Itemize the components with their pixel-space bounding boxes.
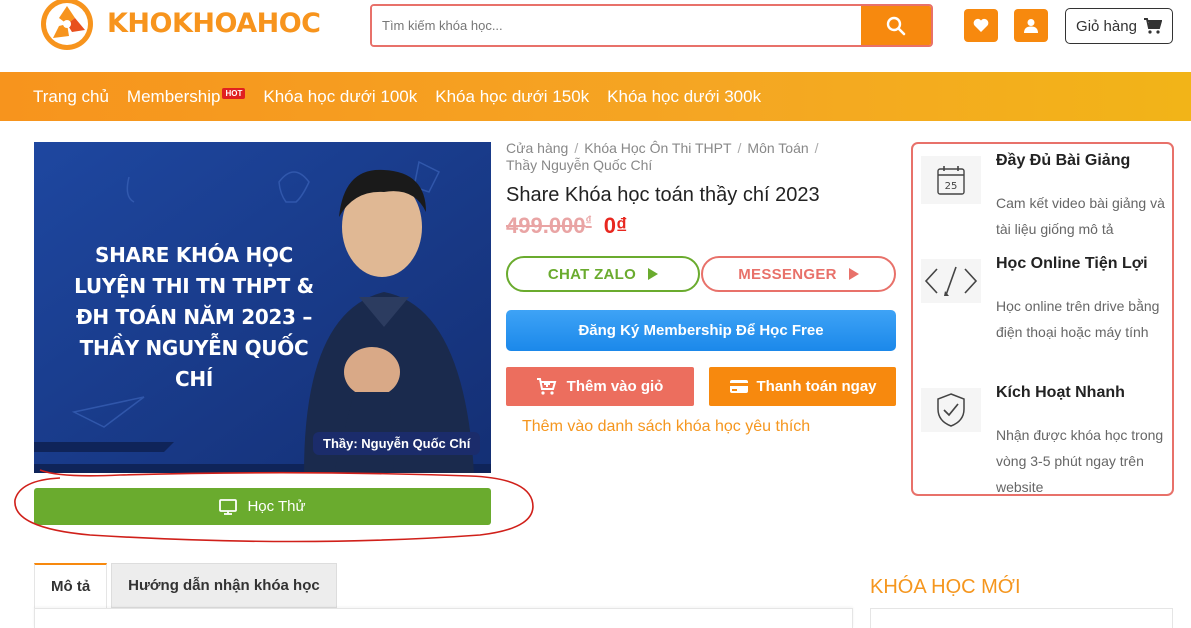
- cart-label: Giỏ hàng: [1076, 17, 1137, 35]
- breadcrumb: Cửa hàng / Khóa Học Ôn Thi THPT / Môn Toán / T…: [506, 140, 886, 174]
- nav-item-home[interactable]: Trang chủ: [33, 87, 109, 107]
- logo-icon: [37, 0, 97, 55]
- search-icon: [886, 16, 906, 35]
- credit-card-icon: [729, 380, 748, 393]
- add-to-wishlist-link[interactable]: Thêm vào danh sách khóa học yêu thích: [522, 418, 810, 436]
- product-price: 499.000₫ 0₫: [506, 213, 627, 239]
- chat-zalo-label: CHAT ZALO: [547, 265, 637, 283]
- checkout-label: Thanh toán ngay: [756, 378, 877, 395]
- sidebar-box: [870, 608, 1173, 628]
- messenger-button[interactable]: MESSENGER: [701, 256, 896, 292]
- try-lesson-button[interactable]: Học Thử: [34, 488, 491, 525]
- play-icon: [848, 268, 859, 280]
- try-lesson-label: Học Thử: [247, 498, 306, 515]
- cart-plus-icon: [536, 378, 556, 395]
- membership-button[interactable]: Đăng Ký Membership Để Học Free: [506, 310, 896, 351]
- cart-button[interactable]: Giỏ hàng: [1065, 8, 1173, 44]
- feature-description: Nhận được khóa học trong vòng 3-5 phút n…: [996, 427, 1164, 495]
- nav-item-label: Membership: [126, 86, 221, 106]
- breadcrumb-separator: /: [574, 140, 579, 156]
- main-nav: Trang chủ Membership HOT Khóa học dưới 10…: [0, 72, 1191, 121]
- new-price: 0₫: [603, 213, 628, 238]
- hot-badge: HOT: [222, 87, 246, 99]
- breadcrumb-link[interactable]: Khóa Học Ôn Thi THPT: [584, 140, 731, 156]
- search-button[interactable]: [861, 6, 931, 45]
- nav-item-under-150k[interactable]: Khóa học dưới 150k: [435, 87, 589, 107]
- site-header: KHOKHOAHOC Giỏ hàng: [0, 0, 1191, 72]
- product-tabs: Mô tả Hướng dẫn nhận khóa học: [34, 563, 337, 608]
- wishlist-button[interactable]: [964, 9, 998, 42]
- code-icon: [921, 259, 981, 303]
- feature-title: Đầy Đủ Bài Giảng: [996, 152, 1131, 169]
- nav-item-under-300k[interactable]: Khóa học dưới 300k: [607, 87, 761, 107]
- nav-item-under-100k[interactable]: Khóa học dưới 100k: [263, 87, 417, 107]
- play-icon: [648, 268, 659, 280]
- feature-description: Cam kết video bài giảng và tài liệu giốn…: [996, 195, 1165, 237]
- cart-icon: [1143, 18, 1162, 34]
- tab-content: [34, 608, 853, 628]
- checkout-button[interactable]: Thanh toán ngay: [709, 367, 896, 406]
- shield-check-icon: [921, 388, 981, 432]
- product-image-headline: SHARE KHÓA HỌC LUYỆN THI TN THPT & ĐH TO…: [74, 243, 314, 391]
- old-price-currency: ₫: [585, 213, 592, 228]
- old-price: 499.000₫: [506, 213, 592, 239]
- breadcrumb-separator: /: [737, 140, 742, 156]
- site-logo[interactable]: KHOKHOAHOC: [37, 0, 321, 55]
- add-to-cart-label: Thêm vào giỏ: [566, 378, 664, 395]
- monitor-icon: [219, 498, 238, 515]
- tab-description[interactable]: Mô tả: [34, 563, 108, 608]
- sidebar-heading: KHÓA HỌC MỚI: [870, 576, 1021, 598]
- logo-text: KHOKHOAHOC: [107, 8, 321, 39]
- user-icon: [1024, 19, 1038, 33]
- search-input[interactable]: [372, 6, 861, 45]
- add-to-cart-button[interactable]: Thêm vào giỏ: [506, 367, 694, 406]
- old-price-value: 499.000: [506, 213, 586, 238]
- product-image-teacher: Thầy: Nguyễn Quốc Chí: [313, 432, 481, 455]
- product-title: Share Khóa học toán thầy chí 2023: [506, 184, 820, 206]
- tab-instructions[interactable]: Hướng dẫn nhận khóa học: [111, 563, 337, 608]
- features-box: 25 Đầy Đủ Bài Giảng Cam kết video bài gi…: [911, 142, 1174, 496]
- product-image[interactable]: SHARE KHÓA HỌC LUYỆN THI TN THPT & ĐH TO…: [34, 142, 491, 473]
- account-button[interactable]: [1014, 9, 1048, 42]
- feature-title: Học Online Tiện Lợi: [996, 255, 1148, 272]
- breadcrumb-link[interactable]: Thầy Nguyễn Quốc Chí: [506, 157, 652, 173]
- breadcrumb-link[interactable]: Cửa hàng: [506, 140, 568, 156]
- calendar-icon: 25: [921, 156, 981, 204]
- chat-zalo-button[interactable]: CHAT ZALO: [506, 256, 700, 292]
- heart-icon: [973, 18, 989, 32]
- feature-title: Kích Hoạt Nhanh: [996, 384, 1125, 401]
- nav-item-membership[interactable]: Membership HOT: [126, 86, 246, 107]
- breadcrumb-separator: /: [814, 140, 819, 156]
- feature-description: Học online trên drive bằng điện thoại ho…: [996, 298, 1160, 340]
- calendar-icon-text: 25: [945, 181, 958, 192]
- search-bar: [370, 4, 933, 47]
- messenger-label: MESSENGER: [738, 265, 837, 283]
- breadcrumb-link[interactable]: Môn Toán: [747, 140, 808, 156]
